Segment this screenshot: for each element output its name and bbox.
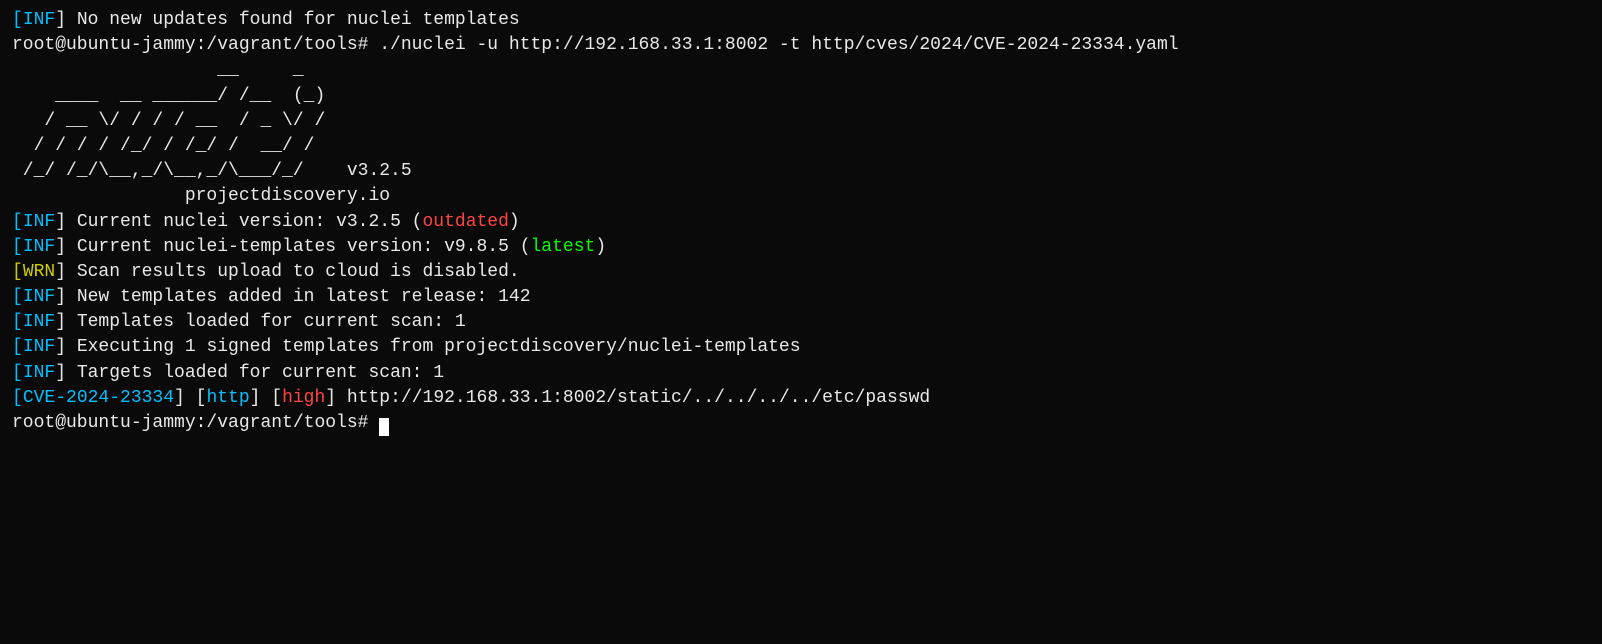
- terminal-line: root@ubuntu-jammy:/vagrant/tools# ./nucl…: [12, 33, 1590, 58]
- terminal-line: /_/ /_/\__,_/\__,_/\___/_/ v3.2.5: [12, 159, 1590, 184]
- terminal-line: ____ __ ______/ /__ (_): [12, 84, 1590, 109]
- terminal-line: [INF] Current nuclei version: v3.2.5 (ou…: [12, 210, 1590, 235]
- terminal-line: [INF] Targets loaded for current scan: 1: [12, 361, 1590, 386]
- terminal-line: / / / / /_/ / /_/ / __/ /: [12, 134, 1590, 159]
- terminal-line: [INF] Templates loaded for current scan:…: [12, 310, 1590, 335]
- terminal-line: [INF] No new updates found for nuclei te…: [12, 8, 1590, 33]
- terminal-line: __ _: [12, 58, 1590, 83]
- terminal-window[interactable]: [INF] No new updates found for nuclei te…: [12, 8, 1590, 436]
- terminal-line: [INF] Executing 1 signed templates from …: [12, 335, 1590, 360]
- terminal-line: [WRN] Scan results upload to cloud is di…: [12, 260, 1590, 285]
- terminal-line: projectdiscovery.io: [12, 184, 1590, 209]
- terminal-line: [CVE-2024-23334] [http] [high] http://19…: [12, 386, 1590, 411]
- cursor: [379, 418, 389, 436]
- terminal-line: root@ubuntu-jammy:/vagrant/tools#: [12, 411, 1590, 436]
- terminal-line: [INF] New templates added in latest rele…: [12, 285, 1590, 310]
- terminal-line: [INF] Current nuclei-templates version: …: [12, 235, 1590, 260]
- terminal-line: / __ \/ / / / __ / _ \/ /: [12, 109, 1590, 134]
